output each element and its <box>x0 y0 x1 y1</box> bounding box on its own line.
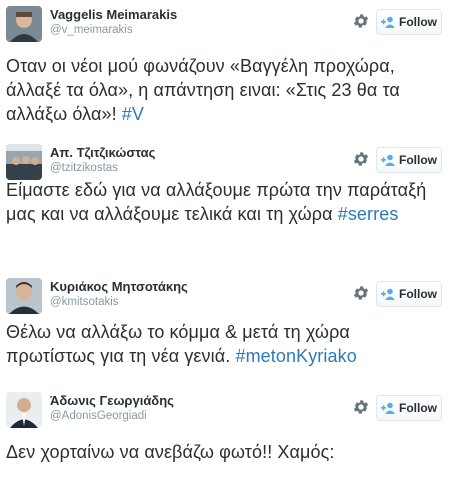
avatar[interactable] <box>6 278 42 314</box>
follow-button[interactable]: Follow <box>376 147 442 173</box>
avatar[interactable] <box>6 144 42 180</box>
follow-label: Follow <box>399 287 437 301</box>
follow-label: Follow <box>399 15 437 29</box>
author-names: Άδωνις Γεωργιάδης @AdonisGeorgiadi <box>50 393 174 422</box>
tweet-header: Vaggelis Meimarakis @v_meimarakis Follow <box>0 6 450 50</box>
handle[interactable]: @v_meimarakis <box>50 24 177 36</box>
avatar[interactable] <box>6 6 42 42</box>
author-names: Κυριάκος Μητσοτάκης @kmitsotakis <box>50 279 188 308</box>
tweet-header: Κυριάκος Μητσοτάκης @kmitsotakis Follow <box>0 278 450 322</box>
follow-label: Follow <box>399 153 437 167</box>
add-user-icon <box>381 154 395 166</box>
gear-icon[interactable] <box>352 12 370 30</box>
hashtag-link[interactable]: #metonKyriako <box>235 346 356 366</box>
tweet-card: Κυριάκος Μητσοτάκης @kmitsotakis Follow … <box>0 278 450 366</box>
tweet-feed: Vaggelis Meimarakis @v_meimarakis Follow… <box>0 0 450 480</box>
gear-icon[interactable] <box>352 150 370 168</box>
hashtag-link[interactable]: #V <box>122 104 144 124</box>
display-name[interactable]: Άδωνις Γεωργιάδης <box>50 393 174 408</box>
follow-button[interactable]: Follow <box>376 9 442 35</box>
tweet-card: Vaggelis Meimarakis @v_meimarakis Follow… <box>0 6 450 124</box>
tweet-text: Οταν οι νέοι μού φωνάζουν «Βαγγέλη προχώ… <box>6 54 442 126</box>
author-names: Απ. Τζιτζικώστας @tzitzikostas <box>50 145 155 174</box>
display-name[interactable]: Vaggelis Meimarakis <box>50 7 177 22</box>
tweet-card: Απ. Τζιτζικώστας @tzitzikostas Follow Εί… <box>0 144 450 224</box>
tweet-body: Οταν οι νέοι μού φωνάζουν «Βαγγέλη προχώ… <box>6 56 400 124</box>
add-user-icon <box>381 402 395 414</box>
tweet-card: Άδωνις Γεωργιάδης @AdonisGeorgiadi Follo… <box>0 392 450 462</box>
tweet-text: Είμαστε εδώ για να αλλάξουμε πρώτα την π… <box>6 178 442 226</box>
handle[interactable]: @tzitzikostas <box>50 162 155 174</box>
follow-button[interactable]: Follow <box>376 281 442 307</box>
tweet-text: Δεν χορταίνω να ανεβάζω φωτό!! Χαμός: <box>6 440 442 464</box>
add-user-icon <box>381 16 395 28</box>
add-user-icon <box>381 288 395 300</box>
avatar[interactable] <box>6 392 42 428</box>
gear-icon[interactable] <box>352 284 370 302</box>
gear-icon[interactable] <box>352 398 370 416</box>
follow-label: Follow <box>399 401 437 415</box>
tweet-header: Άδωνις Γεωργιάδης @AdonisGeorgiadi Follo… <box>0 392 450 436</box>
follow-button[interactable]: Follow <box>376 395 442 421</box>
author-names: Vaggelis Meimarakis @v_meimarakis <box>50 7 177 36</box>
tweet-text: Θέλω να αλλάξω το κόμμα & μετά τη χώρα π… <box>6 320 442 368</box>
hashtag-link[interactable]: #serres <box>338 204 399 224</box>
handle[interactable]: @kmitsotakis <box>50 296 188 308</box>
display-name[interactable]: Απ. Τζιτζικώστας <box>50 145 155 160</box>
display-name[interactable]: Κυριάκος Μητσοτάκης <box>50 279 188 294</box>
tweet-body: Δεν χορταίνω να ανεβάζω φωτό!! Χαμός: <box>6 442 335 462</box>
handle[interactable]: @AdonisGeorgiadi <box>50 410 174 422</box>
